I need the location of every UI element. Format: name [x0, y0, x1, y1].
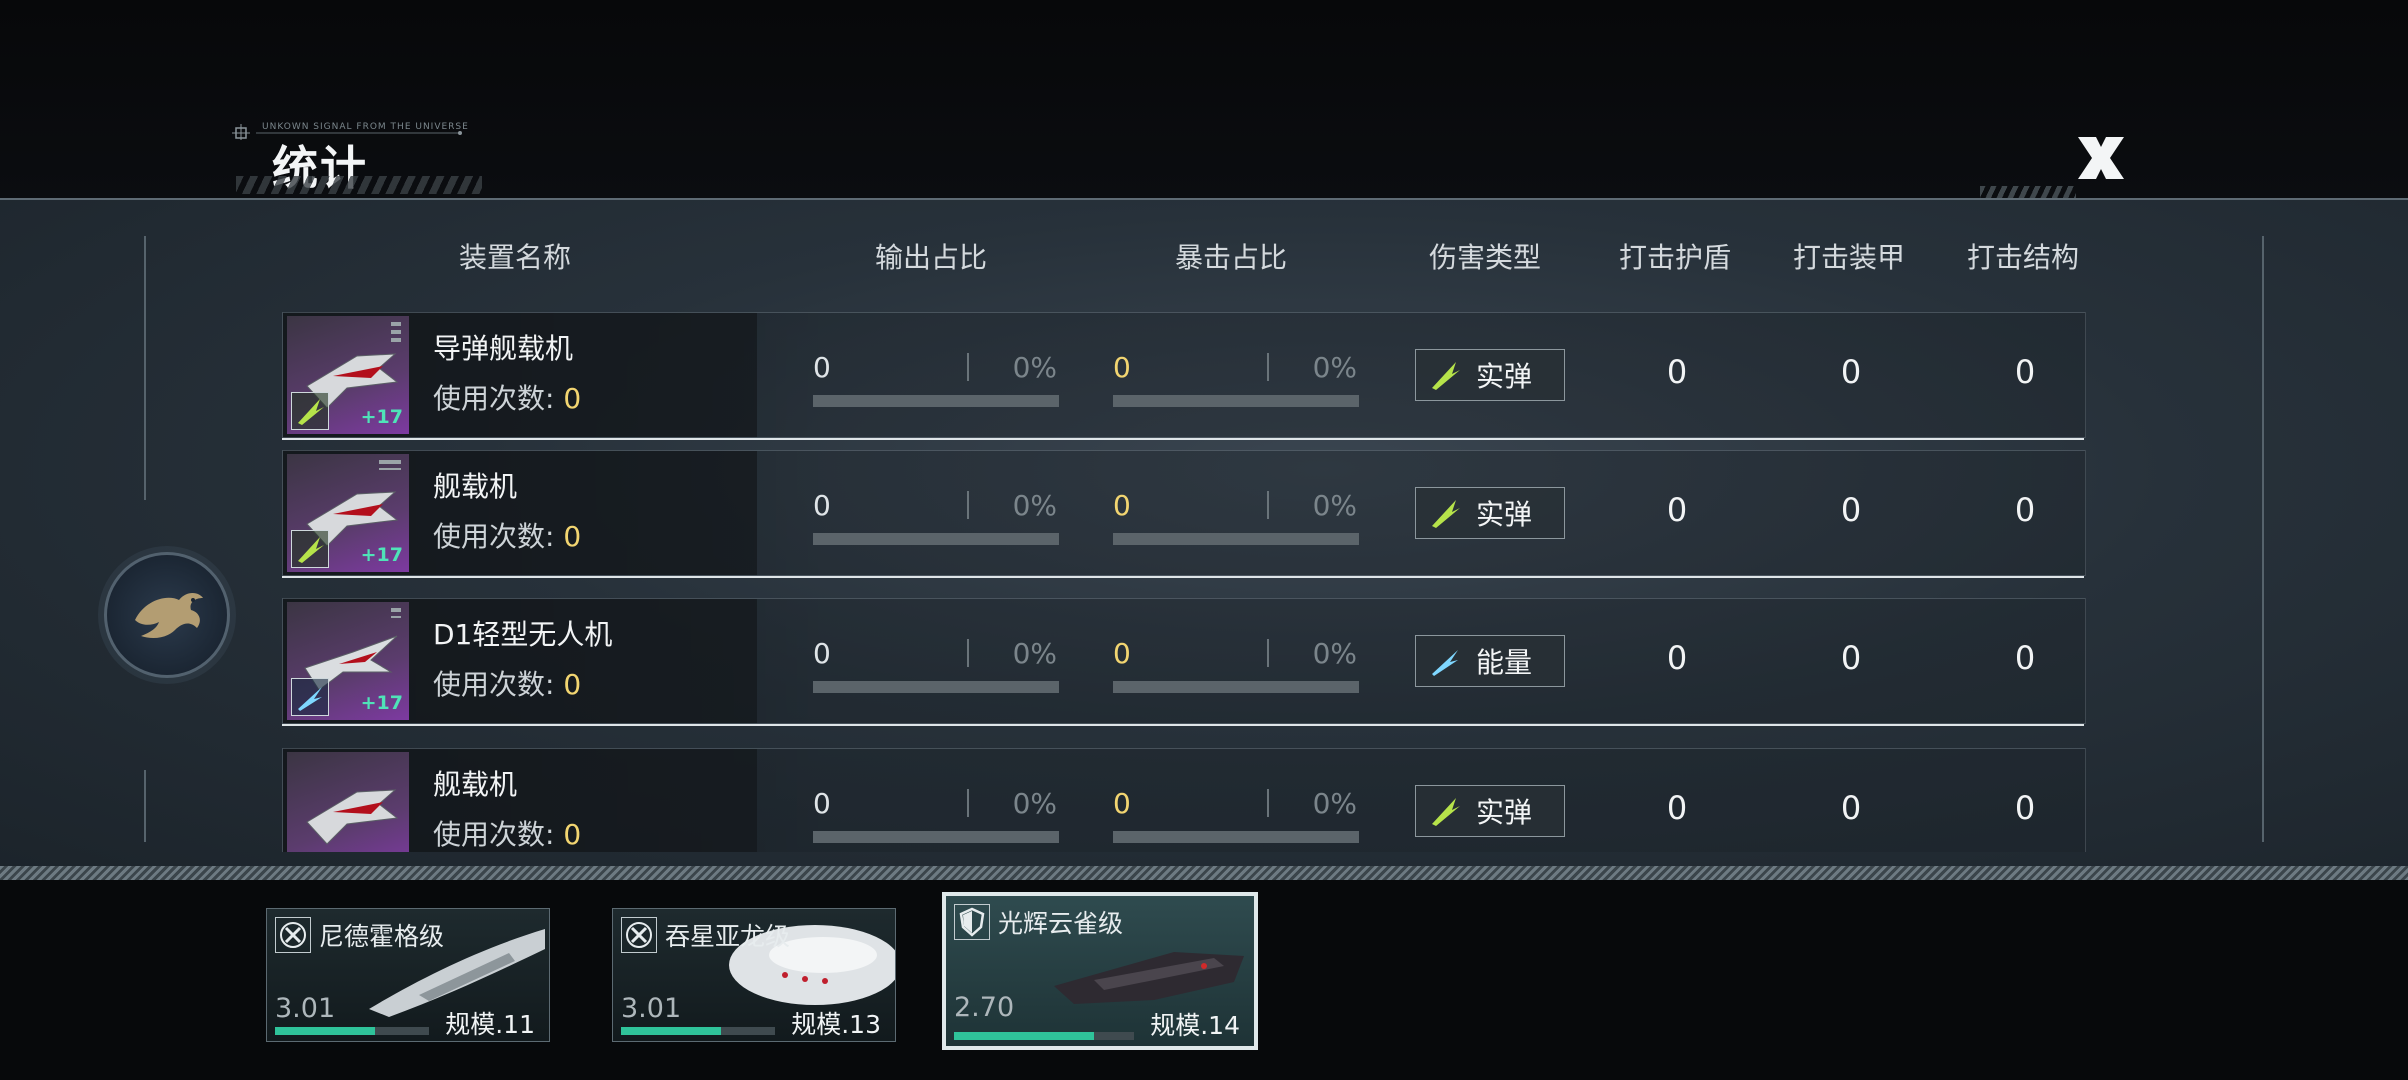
ship-scale: 规模.13 — [791, 1010, 881, 1039]
crit-share: 0 0% — [1113, 787, 1359, 847]
energy-icon — [1432, 650, 1458, 676]
kinetic-icon — [1432, 500, 1460, 528]
ship-name: 吞星亚龙级 — [665, 922, 791, 951]
device-name: 舰载机 — [433, 470, 518, 503]
output-share: 0 0% — [813, 787, 1059, 847]
device-thumbnail: +17 — [287, 316, 409, 434]
damage-type-badge: 实弹 — [1415, 487, 1565, 539]
use-count: 使用次数: 0 — [433, 382, 582, 415]
output-bar — [813, 395, 1059, 407]
damage-type-badge: 实弹 — [1415, 785, 1565, 837]
close-button[interactable] — [2068, 128, 2134, 188]
ship-card-nidhogg[interactable]: 尼德霍格级 3.01 规模.11 — [266, 908, 550, 1042]
col-header-output: 输出占比 — [874, 241, 987, 274]
structure-hits: 0 — [2014, 353, 2036, 391]
col-header-crit: 暴击占比 — [1174, 241, 1287, 274]
ship-cost: 3.01 — [275, 993, 336, 1024]
shield-class-icon — [954, 904, 990, 940]
ship-name: 光辉云雀级 — [998, 909, 1124, 938]
energy-icon — [291, 678, 329, 716]
output-share: 0 0% — [813, 489, 1059, 549]
col-header-shield: 打击护盾 — [1618, 241, 1731, 274]
kinetic-icon — [1432, 362, 1460, 390]
ship-progress — [275, 1027, 429, 1035]
level-badge: +17 — [360, 544, 403, 566]
table-row[interactable]: 舰载机 使用次数: 0 0 0% 0 0% 实弹 0 0 0 — [282, 748, 2086, 852]
ship-class-icon — [275, 917, 311, 953]
use-count: 使用次数: 0 — [433, 668, 582, 701]
armor-hits: 0 — [1840, 353, 1862, 391]
crit-bar — [1113, 533, 1359, 545]
kinetic-icon — [1432, 798, 1460, 826]
output-share: 0 0% — [813, 637, 1059, 697]
col-header-damage-type: 伤害类型 — [1428, 241, 1541, 274]
ship-scale: 规模.11 — [445, 1010, 535, 1039]
device-name: 导弹舰载机 — [433, 332, 574, 365]
device-name: 舰载机 — [433, 768, 518, 801]
ship-progress — [954, 1032, 1134, 1040]
close-stripes — [1980, 186, 2076, 198]
crit-bar — [1113, 395, 1359, 407]
close-icon — [2078, 137, 2124, 179]
level-badge: +17 — [360, 692, 403, 714]
shield-hits: 0 — [1666, 789, 1688, 827]
output-bar — [813, 681, 1059, 693]
level-badge: +17 — [360, 406, 403, 428]
structure-hits: 0 — [2014, 789, 2036, 827]
use-count: 使用次数: 0 — [433, 520, 582, 553]
crit-share: 0 0% — [1113, 637, 1359, 697]
use-count: 使用次数: 0 — [433, 818, 582, 851]
panel-bottom-stripe — [0, 866, 2408, 880]
ship-cost: 2.70 — [954, 992, 1015, 1023]
crit-bar — [1113, 681, 1359, 693]
ship-cost: 3.01 — [621, 993, 682, 1024]
device-thumbnail: +17 — [287, 454, 409, 572]
ship-name: 尼德霍格级 — [319, 922, 445, 951]
fighter-icon — [306, 789, 399, 845]
ship-scale: 规模.14 — [1150, 1011, 1240, 1040]
title-tagline: UNKOWN SIGNAL FROM THE UNIVERSE — [262, 122, 469, 132]
device-thumbnail — [287, 752, 409, 852]
shield-hits: 0 — [1666, 639, 1688, 677]
stats-table: +17 导弹舰载机 使用次数: 0 0 0% 0 0% 实弹 0 0 0 +17… — [0, 312, 2408, 852]
row-divider — [282, 438, 2084, 440]
output-bar — [813, 533, 1059, 545]
output-share: 0 0% — [813, 351, 1059, 411]
col-header-armor: 打击装甲 — [1792, 241, 1905, 274]
shield-hits: 0 — [1666, 491, 1688, 529]
damage-type-badge: 能量 — [1415, 635, 1565, 687]
armor-hits: 0 — [1840, 491, 1862, 529]
table-row[interactable]: +17 舰载机 使用次数: 0 0 0% 0 0% 实弹 0 0 0 — [282, 450, 2086, 576]
armor-hits: 0 — [1840, 639, 1862, 677]
crit-share: 0 0% — [1113, 489, 1359, 549]
structure-hits: 0 — [2014, 491, 2036, 529]
ship-card-star-wyrm[interactable]: 吞星亚龙级 3.01 规模.13 — [612, 908, 896, 1042]
table-row[interactable]: +17 D1轻型无人机 使用次数: 0 0 0% 0 0% 能量 0 0 0 — [282, 598, 2086, 724]
kinetic-icon — [291, 392, 329, 430]
ship-progress — [621, 1027, 775, 1035]
output-bar — [813, 831, 1059, 843]
row-divider — [282, 576, 2084, 578]
device-name: D1轻型无人机 — [433, 618, 613, 651]
row-divider — [282, 724, 2084, 726]
device-thumbnail: +17 — [287, 602, 409, 720]
shield-hits: 0 — [1666, 353, 1688, 391]
col-header-structure: 打击结构 — [1966, 241, 2079, 274]
col-header-name: 装置名称 — [458, 241, 571, 274]
crit-bar — [1113, 831, 1359, 843]
kinetic-icon — [291, 530, 329, 568]
armor-hits: 0 — [1840, 789, 1862, 827]
ship-class-icon — [621, 917, 657, 953]
damage-type-badge: 实弹 — [1415, 349, 1565, 401]
title-stripes — [236, 176, 482, 194]
crit-share: 0 0% — [1113, 351, 1359, 411]
table-row[interactable]: +17 导弹舰载机 使用次数: 0 0 0% 0 0% 实弹 0 0 0 — [282, 312, 2086, 438]
ship-card-radiant-lark[interactable]: 光辉云雀级 2.70 规模.14 — [942, 892, 1258, 1050]
structure-hits: 0 — [2014, 639, 2036, 677]
